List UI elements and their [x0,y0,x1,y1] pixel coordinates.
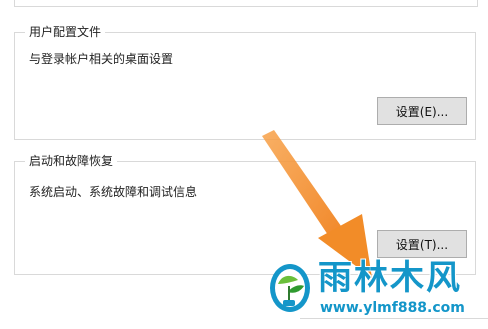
startup-recovery-description: 系统启动、系统故障和调试信息 [29,185,198,199]
user-profiles-description: 与登录帐户相关的桌面设置 [29,52,174,66]
leaf-logo-icon [270,264,310,312]
watermark-name: 雨林木风 [318,258,462,298]
watermark: 雨林木风 www.ylmf888.com [268,256,488,329]
user-profiles-title: 用户配置文件 [25,24,106,40]
user-profiles-settings-button[interactable]: 设置(E)... [377,97,467,125]
startup-recovery-settings-button[interactable]: 设置(T)... [377,230,467,258]
startup-recovery-title: 启动和故障恢复 [25,153,118,169]
system-properties-advanced-panel: 用户配置文件 与登录帐户相关的桌面设置 设置(E)... 启动和故障恢复 系统启… [0,0,488,329]
watermark-url: www.ylmf888.com [320,300,465,316]
user-profiles-group: 用户配置文件 与登录帐户相关的桌面设置 设置(E)... [14,24,476,140]
previous-group-border [14,0,478,7]
